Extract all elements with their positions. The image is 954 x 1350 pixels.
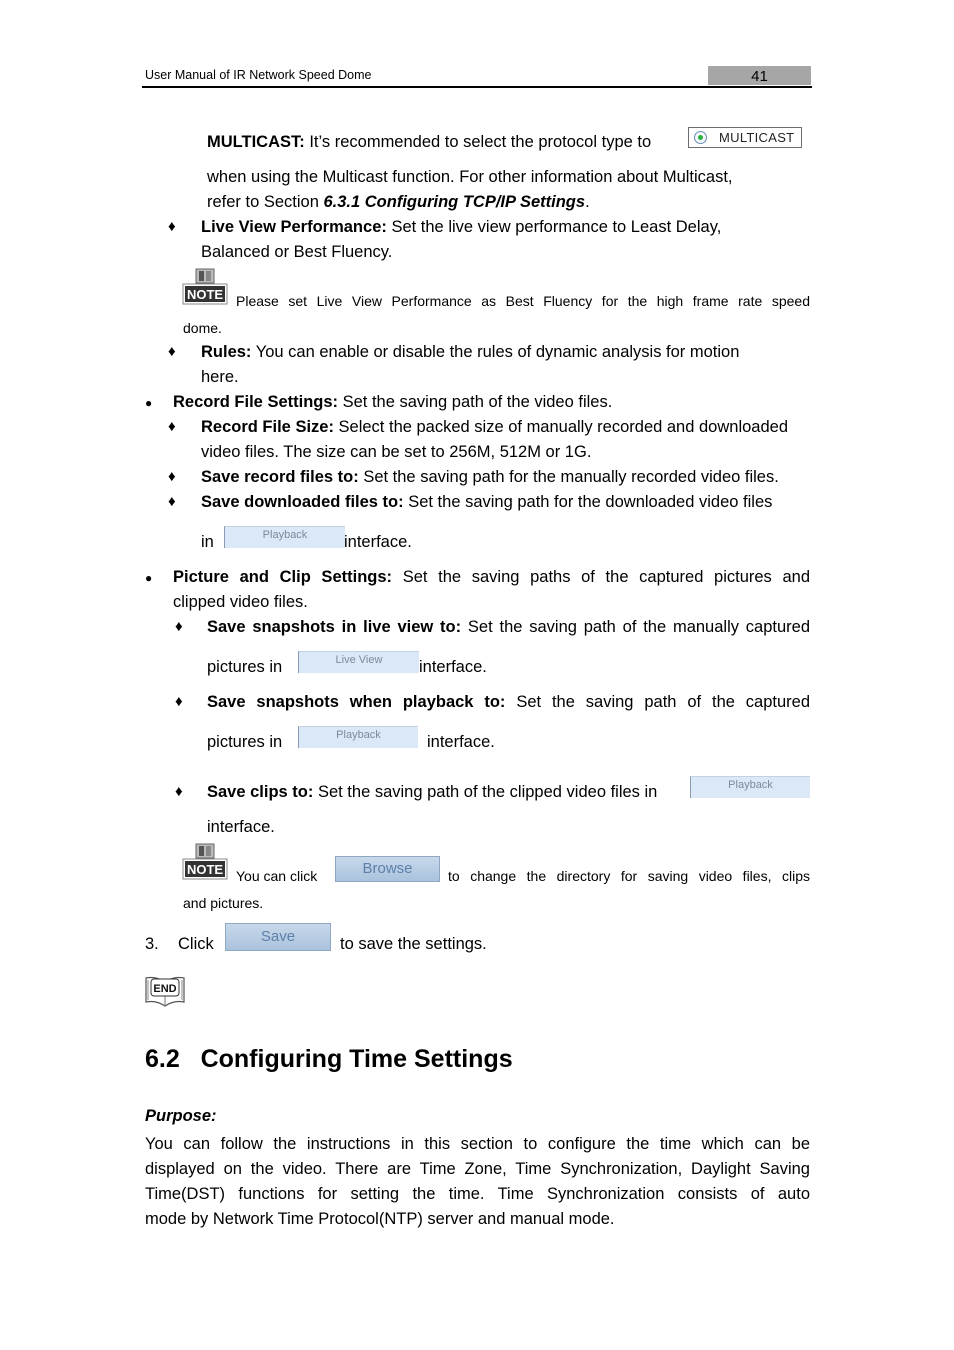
save-snapshots-live-line-1: Save snapshots in live view to: Set the … (207, 615, 810, 640)
save-downloaded-files-line-1: Save downloaded files to: Set the saving… (201, 490, 772, 515)
diamond-bullet-icon: ♦ (175, 693, 183, 710)
multicast-radio-label: MULTICAST (719, 130, 795, 145)
multicast-line-2: when using the Multicast function. For o… (207, 168, 733, 186)
picture-clip-settings-text: Set the saving paths of the captured pic… (392, 568, 811, 586)
picture-clip-settings-line-2: clipped video files. (173, 593, 308, 611)
live-view-performance-line-2: Balanced or Best Fluency. (201, 243, 393, 261)
step-number: 3. (145, 935, 159, 953)
diamond-bullet-icon: ♦ (168, 493, 176, 510)
paragraph-line: Time(DST) functions for setting the time… (145, 1185, 810, 1203)
paragraph-line: You can follow the instructions in this … (145, 1135, 810, 1153)
diamond-bullet-icon: ♦ (175, 783, 183, 800)
save-downloaded-files-text: Set the saving path for the downloaded v… (403, 493, 773, 511)
note-2-line-2: and pictures. (183, 895, 264, 911)
record-file-settings-line: Record File Settings: Set the saving pat… (173, 390, 612, 415)
playback-tab-button[interactable]: Playback (224, 526, 345, 548)
save-snapshots-live-label: Save snapshots in live view to: (207, 618, 462, 636)
header-divider (142, 86, 812, 88)
record-file-size-line-2: video files. The size can be set to 256M… (201, 443, 592, 461)
header-title: User Manual of IR Network Speed Dome (145, 68, 372, 82)
save-snapshots-live-post: interface. (419, 658, 487, 676)
live-view-performance-text: Set the live view performance to Least D… (386, 218, 722, 236)
purpose-paragraph: You can follow the instructions in this … (145, 1132, 810, 1232)
svg-text:NOTE: NOTE (187, 862, 223, 877)
save-record-files-line: Save record files to: Set the saving pat… (201, 465, 779, 490)
save-record-files-label: Save record files to: (201, 468, 359, 486)
live-view-performance-line-1: Live View Performance: Set the live view… (201, 215, 721, 240)
diamond-bullet-icon: ♦ (168, 418, 176, 435)
multicast-line-3: refer to Section 6.3.1 Configuring TCP/I… (207, 190, 590, 215)
purpose-label: Purpose: (145, 1107, 217, 1125)
playback-tab-button[interactable]: Playback (690, 776, 810, 798)
round-bullet-icon: ● (145, 396, 153, 410)
multicast-line-1: MULTICAST: It’s recommended to select th… (207, 130, 651, 155)
save-snapshots-live-pre: pictures in (207, 658, 283, 676)
step-3-post: to save the settings. (340, 935, 487, 953)
playback-tab-button[interactable]: Playback (298, 726, 418, 748)
note-2-pre: You can click (236, 868, 318, 884)
rules-line-1: Rules: You can enable or disable the rul… (201, 340, 739, 365)
browse-button[interactable]: Browse (335, 856, 440, 882)
note-icon: NOTE (182, 843, 228, 880)
save-snapshots-live-text: Set the saving path of the manually capt… (461, 618, 810, 636)
save-clips-line-1: Save clips to: Set the saving path of th… (207, 780, 657, 805)
paragraph-line: displayed on the video. There are Time Z… (145, 1160, 810, 1178)
save-downloaded-in-text: in (201, 533, 214, 551)
save-snapshots-playback-pre: pictures in (207, 733, 283, 751)
live-view-performance-label: Live View Performance: (201, 218, 387, 236)
multicast-label: MULTICAST: (207, 133, 305, 151)
live-view-tab-button[interactable]: Live View (298, 651, 419, 673)
section-heading: 6.2 Configuring Time Settings (145, 1045, 513, 1073)
save-clips-text: Set the saving path of the clipped video… (313, 783, 658, 801)
page-number: 41 (708, 66, 811, 85)
save-snapshots-playback-text: Set the saving path of the captured (505, 693, 811, 711)
save-downloaded-interface-text: interface. (344, 533, 412, 551)
multicast-text: It’s recommended to select the protocol … (304, 133, 652, 151)
svg-text:END: END (153, 983, 176, 995)
note-2-post: to change the directory for saving video… (448, 868, 810, 884)
multicast-radio-option[interactable]: MULTICAST (688, 127, 802, 148)
step-3-pre: Click (178, 935, 214, 953)
diamond-bullet-icon: ♦ (175, 618, 183, 635)
rules-label: Rules: (201, 343, 252, 361)
end-book-icon: END (144, 972, 186, 1008)
rules-text: You can enable or disable the rules of d… (251, 343, 740, 361)
save-button[interactable]: Save (225, 923, 331, 951)
record-file-settings-label: Record File Settings: (173, 393, 339, 411)
save-downloaded-files-label: Save downloaded files to: (201, 493, 404, 511)
save-snapshots-playback-post: interface. (427, 733, 495, 751)
rules-line-2: here. (201, 368, 239, 386)
record-file-size-label: Record File Size: (201, 418, 334, 436)
diamond-bullet-icon: ♦ (168, 218, 176, 235)
save-snapshots-playback-label: Save snapshots when playback to: (207, 693, 506, 711)
record-file-size-text: Select the packed size of manually recor… (333, 418, 788, 436)
note-icon: NOTE (182, 268, 228, 305)
section-reference: 6.3.1 Configuring TCP/IP Settings (323, 193, 586, 211)
save-snapshots-playback-line-1: Save snapshots when playback to: Set the… (207, 690, 810, 715)
record-file-settings-text: Set the saving path of the video files. (338, 393, 613, 411)
svg-text:NOTE: NOTE (187, 287, 223, 302)
picture-clip-settings-line-1: Picture and Clip Settings: Set the savin… (173, 565, 810, 590)
round-bullet-icon: ● (145, 571, 153, 585)
save-clips-label: Save clips to: (207, 783, 314, 801)
multicast-ref-suffix: . (585, 193, 590, 211)
multicast-ref-prefix: refer to Section (207, 193, 324, 211)
radio-selected-icon (694, 131, 707, 144)
diamond-bullet-icon: ♦ (168, 468, 176, 485)
save-clips-line-2: interface. (207, 818, 275, 836)
record-file-size-line-1: Record File Size: Select the packed size… (201, 415, 788, 440)
diamond-bullet-icon: ♦ (168, 343, 176, 360)
save-record-files-text: Set the saving path for the manually rec… (358, 468, 779, 486)
picture-clip-settings-label: Picture and Clip Settings: (173, 568, 393, 586)
note-1-line-2: dome. (183, 320, 222, 336)
paragraph-line: mode by Network Time Protocol(NTP) serve… (145, 1210, 615, 1228)
note-1-line-1: Please set Live View Performance as Best… (236, 293, 810, 309)
